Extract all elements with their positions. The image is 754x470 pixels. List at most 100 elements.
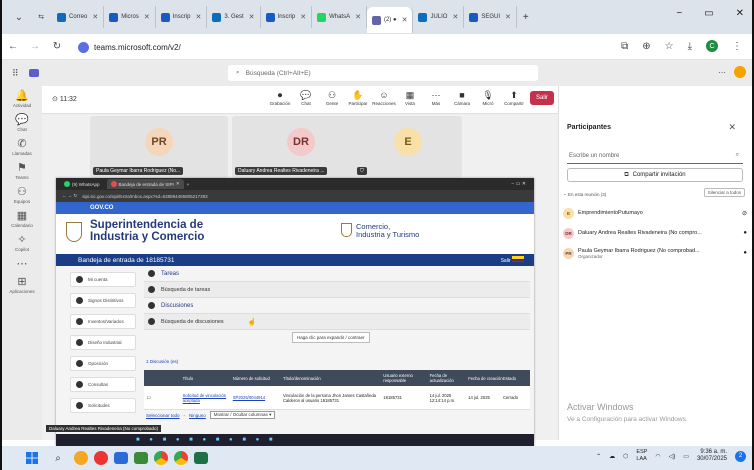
mute-all-button[interactable]: Silenciar a todos [703,188,745,197]
notifications-badge[interactable]: 2 [735,450,746,462]
volume-icon[interactable]: ◁) [669,453,676,460]
shared-screen: (9) WhatsApp Bandeja de entrada de SIPI … [46,178,534,446]
browser-menu-icon[interactable]: ⋮ [732,41,742,52]
browser-tab[interactable]: JULIO ✕ [413,6,465,28]
browser-tab[interactable]: 3. Gest ✕ [207,6,261,28]
back-icon[interactable]: ← [2,41,24,52]
wifi-icon[interactable]: ◠ [655,453,660,460]
toolbar-reacciones-button[interactable]: ☺ Reacciones [372,89,396,106]
close-tab-icon[interactable]: ✕ [92,13,98,21]
close-tab-icon[interactable]: ✕ [300,13,306,21]
browser-tab[interactable]: Inscrip ✕ [156,6,208,28]
maximize-icon[interactable]: ▭ [704,8,713,19]
clock[interactable]: 9:36 a. m. 30/07/2025 [697,449,727,463]
language-label: ESP [636,449,648,455]
file-explorer-icon[interactable] [114,452,128,464]
participant-tile[interactable]: PR Paula Geymar Ibarra Rodriguez (No... [90,116,228,178]
participant-tile[interactable]: DR Daluary Andrea Realtes Rivadeneira ... [232,116,370,178]
taskbar-app-icon[interactable] [74,451,88,465]
toolbar-compartir-button[interactable]: ⬆ Compartir [504,89,524,106]
close-tab-icon[interactable]: ✕ [195,13,201,21]
close-tab-icon[interactable]: ✕ [505,13,511,21]
search-icon[interactable]: ⌕ [48,450,68,466]
close-tab-icon[interactable]: ✕ [355,13,361,21]
cast-icon[interactable]: ⧉ [621,41,628,52]
rail-item[interactable]: ⚑ Teams [15,162,28,180]
close-tab-icon[interactable]: ✕ [452,13,458,21]
minimize-icon[interactable]: − [676,8,682,19]
windows-start-icon[interactable] [22,450,42,466]
mic-icon[interactable]: ● [743,250,747,256]
browser-tab[interactable]: (2) ● ✕ [366,7,414,33]
browser-tab[interactable]: WhatsA ✕ [312,6,367,28]
participant-row[interactable]: DR Daluary Andrea Realtes Rivadeneira (No… [563,224,747,242]
rail-item-label: Llamadas [12,151,32,156]
teams-more-icon[interactable]: ⋯ [718,68,726,77]
language-indicator[interactable]: ESP LAA [636,449,647,463]
mic-off-icon[interactable]: ⊘ [742,210,747,217]
tab-search-icon[interactable]: ⌄ [8,12,30,23]
participant-search-input[interactable]: Escribe un nombre ⌕ [567,148,743,164]
toolbar-cámara-button[interactable]: ■ Cámara [452,89,472,106]
bookmark-star-icon[interactable]: ☆ [665,41,674,52]
toolbar-grabación-button[interactable]: ⏺ Grabación [270,89,291,106]
toolbar-micró-button[interactable]: 🎙 Micró [478,89,498,106]
url-field[interactable]: teams.microsoft.com/v2/ [78,38,598,56]
rail-item[interactable]: ⊞ Aplicaciones [9,276,34,294]
close-tab-icon[interactable]: ✕ [144,13,150,21]
browser-tab[interactable]: Micros ✕ [104,6,156,28]
app-launcher-icon[interactable]: ⠿ [12,68,19,79]
sic-menu-label: Signos Distintivos [88,298,124,303]
user-avatar[interactable] [734,66,746,78]
close-window-icon[interactable]: ✕ [736,8,744,19]
browser-tab[interactable]: SEGUI ✕ [464,6,517,28]
in-meeting-section[interactable]: ⌄ En esta reunión (3) Silenciar a todos [561,188,749,200]
chrome-icon[interactable] [154,451,168,465]
table-header-cell: Usuario externo responsable [383,373,413,383]
reload-icon[interactable]: ↻ [46,41,68,52]
browser-tab[interactable]: Inscrip ✕ [261,6,313,28]
chrome-profile-icon[interactable] [174,451,188,465]
toolbar-participar-button[interactable]: ✋ Participar [348,89,368,106]
rail-item[interactable]: 💬 Chat [15,114,29,132]
teams-app-icon[interactable] [194,452,208,464]
browser-tab-label: (2) ● [383,17,397,23]
zoom-icon[interactable]: ⊕ [642,41,650,52]
participant-row[interactable]: E EmprendimientoPutumayo ⊘ [563,204,747,222]
tab-actions-icon[interactable]: ⇆ [30,13,52,21]
store-icon[interactable] [134,452,148,464]
site-info-icon[interactable] [78,41,89,53]
profile-avatar[interactable]: C [706,40,718,52]
tray-chevron-icon[interactable]: ⌃ [596,453,601,460]
toolbar-más-button[interactable]: ⋯ Más [426,89,446,106]
onedrive-icon[interactable]: ⬡ [623,453,628,460]
participant-row[interactable]: PR Paula Geymar Ibarra Rodriguez (No comp… [563,244,747,262]
rail-item[interactable]: ⋯ [17,258,28,270]
toolbar-chat-button[interactable]: 💬 Chat [296,89,316,106]
rail-item[interactable]: ⚇ Equipos [14,186,30,204]
close-tab-icon[interactable]: ✕ [249,13,255,21]
battery-icon[interactable]: ▭ [683,453,689,460]
rail-item[interactable]: ✆ Llamadas [12,138,32,156]
participant-tile[interactable]: E ⛉ [354,116,462,178]
share-invite-button[interactable]: ⧉ Compartir invitación [567,168,743,182]
rail-item[interactable]: 🔔 Actividad [13,90,31,108]
participants-title: Participantes [567,124,611,131]
cloud-icon[interactable]: ☁ [609,453,615,460]
toolbar-gente-button[interactable]: ⚇ Gente [322,89,342,106]
chat-icon: 💬 [15,114,29,126]
close-panel-icon[interactable]: ✕ [728,122,736,133]
edge-icon[interactable] [94,451,108,465]
forward-icon[interactable]: → [24,41,46,52]
leave-button[interactable]: Salir [529,90,554,105]
mic-icon[interactable]: ● [743,230,747,236]
tareas-label: Tareas [161,270,180,277]
close-tab-icon[interactable]: ✕ [402,16,408,24]
browser-tab[interactable]: Correo ✕ [52,6,105,28]
new-tab-button[interactable]: + [523,12,529,23]
toolbar-vista-button[interactable]: ▦ Vista [400,89,420,106]
teams-search-input[interactable]: ⌕ Búsqueda (Ctrl+Alt+E) [228,65,538,81]
download-icon[interactable]: ⤓ [688,41,692,52]
rail-item[interactable]: ▦ Calendario [11,210,33,228]
rail-item[interactable]: ✧ Copilot [15,234,29,252]
